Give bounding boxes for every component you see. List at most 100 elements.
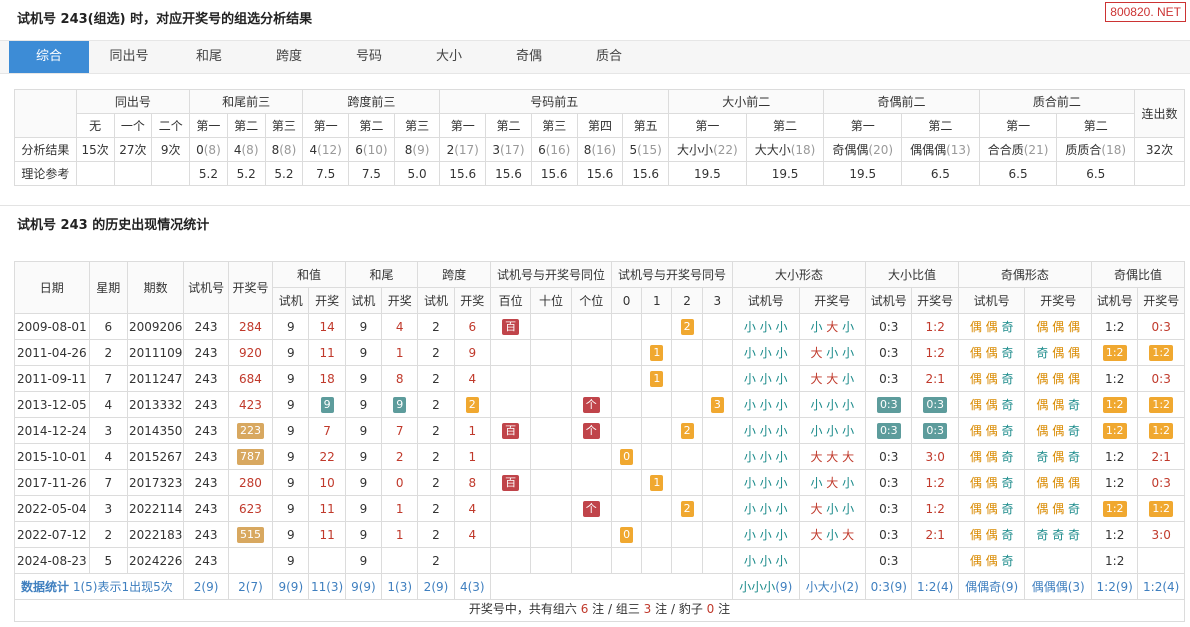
analysis-count: (8) bbox=[241, 142, 259, 157]
history-subheader: 试机号 bbox=[957, 287, 1026, 314]
stats-count: (3) bbox=[326, 579, 344, 594]
span-test-cell: 2 bbox=[417, 417, 455, 444]
draw-number-cell: 284 bbox=[227, 313, 274, 340]
stats-count: (9) bbox=[1001, 580, 1019, 594]
size-ratio-draw-cell: 0:3 bbox=[911, 417, 959, 444]
span-test-cell: 2 bbox=[417, 339, 455, 366]
size-char: 大 bbox=[810, 450, 823, 464]
tail-test-cell: 9 bbox=[344, 495, 383, 522]
size-ratio-test-cell: 0:3 bbox=[865, 313, 913, 340]
date-cell: 2022-07-12 bbox=[14, 521, 90, 548]
summary-suffix: 注 bbox=[718, 602, 731, 616]
analysis-value: 偶偶偶 bbox=[910, 143, 947, 157]
span-draw-cell: 8 bbox=[453, 469, 491, 496]
analysis-value: 32次 bbox=[1145, 143, 1174, 157]
parity-ratio-draw-cell-value: 1:2 bbox=[1149, 344, 1174, 361]
parity-char: 奇 bbox=[997, 450, 1014, 464]
same-position-cell bbox=[530, 495, 572, 522]
parity-char: 奇 bbox=[1036, 346, 1049, 360]
same-number-cell bbox=[671, 391, 703, 418]
tab-7[interactable]: 质合 bbox=[569, 41, 649, 73]
stats-value: 2 bbox=[238, 579, 246, 594]
size-char: 小 bbox=[810, 398, 823, 412]
size-char: 小 bbox=[838, 476, 855, 490]
size-pattern-test-cell: 小 小 小 bbox=[731, 547, 800, 574]
same-position-badge: 个 bbox=[582, 422, 600, 439]
sum-test-cell: 9 bbox=[272, 443, 310, 470]
size-char: 小 bbox=[822, 528, 839, 542]
same-number-cell bbox=[701, 417, 733, 444]
history-subheader: 十位 bbox=[530, 287, 572, 314]
date-cell: 2022-05-04 bbox=[14, 495, 90, 522]
analysis-tabs: 综合 同出号 和尾 跨度 号码 大小 奇偶 质合 bbox=[0, 40, 1190, 74]
parity-char: 偶 bbox=[981, 346, 998, 360]
parity-char: 偶 bbox=[1064, 320, 1081, 334]
stats-count: (9) bbox=[775, 580, 793, 594]
sum-draw-cell: 7 bbox=[308, 417, 346, 444]
tab-1[interactable]: 同出号 bbox=[89, 41, 169, 73]
same-number-cell bbox=[701, 365, 733, 392]
parity-char: 偶 bbox=[1048, 450, 1065, 464]
analysis-count: (8) bbox=[279, 142, 297, 157]
theory-cell: 15.6 bbox=[485, 161, 532, 186]
tab-4[interactable]: 号码 bbox=[329, 41, 409, 73]
size-char: 大 bbox=[810, 346, 823, 360]
sum-draw-cell-value: 14 bbox=[319, 319, 335, 334]
parity-char: 偶 bbox=[1048, 372, 1065, 386]
parity-char: 偶 bbox=[969, 346, 982, 360]
history-row: 2009-08-01 6 2009206 243 284 9 14 9 4 2 6 百 2 小 小 小小 … bbox=[14, 313, 1185, 340]
summary-mid1: 注 / 组三 bbox=[592, 602, 640, 616]
size-char: 小 bbox=[822, 398, 839, 412]
stats-count: (4) bbox=[936, 579, 954, 594]
test-number-cell: 243 bbox=[183, 547, 229, 574]
parity-char: 偶 bbox=[1036, 424, 1049, 438]
analysis-value: 27次 bbox=[119, 143, 147, 157]
tail-draw-cell: 0 bbox=[381, 469, 419, 496]
stats-count: (2) bbox=[841, 580, 859, 594]
size-char: 小 bbox=[838, 320, 855, 334]
parity-ratio-draw-cell: 1:2 bbox=[1137, 339, 1185, 366]
parity-ratio-test-cell-value: 1:2 bbox=[1105, 319, 1125, 334]
parity-char: 奇 bbox=[1064, 502, 1081, 516]
history-header: 大小形态 bbox=[731, 261, 867, 288]
theory-cell bbox=[75, 161, 115, 186]
same-number-cell bbox=[610, 495, 643, 522]
sum-test-cell: 9 bbox=[272, 339, 310, 366]
tab-3[interactable]: 跨度 bbox=[249, 41, 329, 73]
same-position-cell bbox=[570, 339, 612, 366]
span-test-cell: 2 bbox=[417, 391, 455, 418]
tab-5[interactable]: 大小 bbox=[409, 41, 489, 73]
summary-bar: 开奖号中，共有组六 6 注 / 组三 3 注 / 豹子 0 注 bbox=[14, 597, 1185, 622]
size-ratio-draw-cell bbox=[911, 547, 959, 574]
size-char: 小 bbox=[810, 320, 823, 334]
stats-cell: 小小小(9) bbox=[731, 573, 800, 600]
parity-pattern-test-cell: 偶 偶 奇 bbox=[957, 365, 1026, 392]
sub-header: 第五 bbox=[622, 113, 670, 138]
same-position-cell bbox=[489, 521, 532, 548]
size-ratio-draw-cell-value: 0:3 bbox=[923, 422, 948, 439]
same-number-cell bbox=[701, 339, 733, 366]
draw-number-cell-value: 787 bbox=[236, 448, 264, 465]
draw-number-cell: 223 bbox=[227, 417, 274, 444]
history-subheader: 试机号 bbox=[1090, 287, 1139, 314]
weekday-cell: 2 bbox=[88, 521, 128, 548]
same-position-cell bbox=[530, 391, 572, 418]
span-draw-cell-value: 4 bbox=[468, 371, 477, 386]
analysis-count: (10) bbox=[362, 142, 388, 157]
theory-cell: 19.5 bbox=[745, 161, 825, 186]
size-ratio-test-cell: 0:3 bbox=[865, 521, 913, 548]
size-char: 小 bbox=[822, 502, 839, 516]
same-number-cell bbox=[610, 469, 643, 496]
tab-6[interactable]: 奇偶 bbox=[489, 41, 569, 73]
same-number-cell bbox=[641, 495, 673, 522]
group3-count: 3 bbox=[643, 602, 652, 616]
size-ratio-test-cell: 0:3 bbox=[865, 495, 913, 522]
size-ratio-test-cell: 0:3 bbox=[865, 365, 913, 392]
sub-header: 第一 bbox=[189, 113, 228, 138]
date-cell: 2015-10-01 bbox=[14, 443, 90, 470]
same-number-cell bbox=[671, 469, 703, 496]
parity-ratio-draw-cell bbox=[1137, 547, 1185, 574]
tab-2[interactable]: 和尾 bbox=[169, 41, 249, 73]
tab-0[interactable]: 综合 bbox=[9, 41, 89, 73]
parity-pattern-draw-cell: 偶 偶 奇 bbox=[1024, 495, 1092, 522]
